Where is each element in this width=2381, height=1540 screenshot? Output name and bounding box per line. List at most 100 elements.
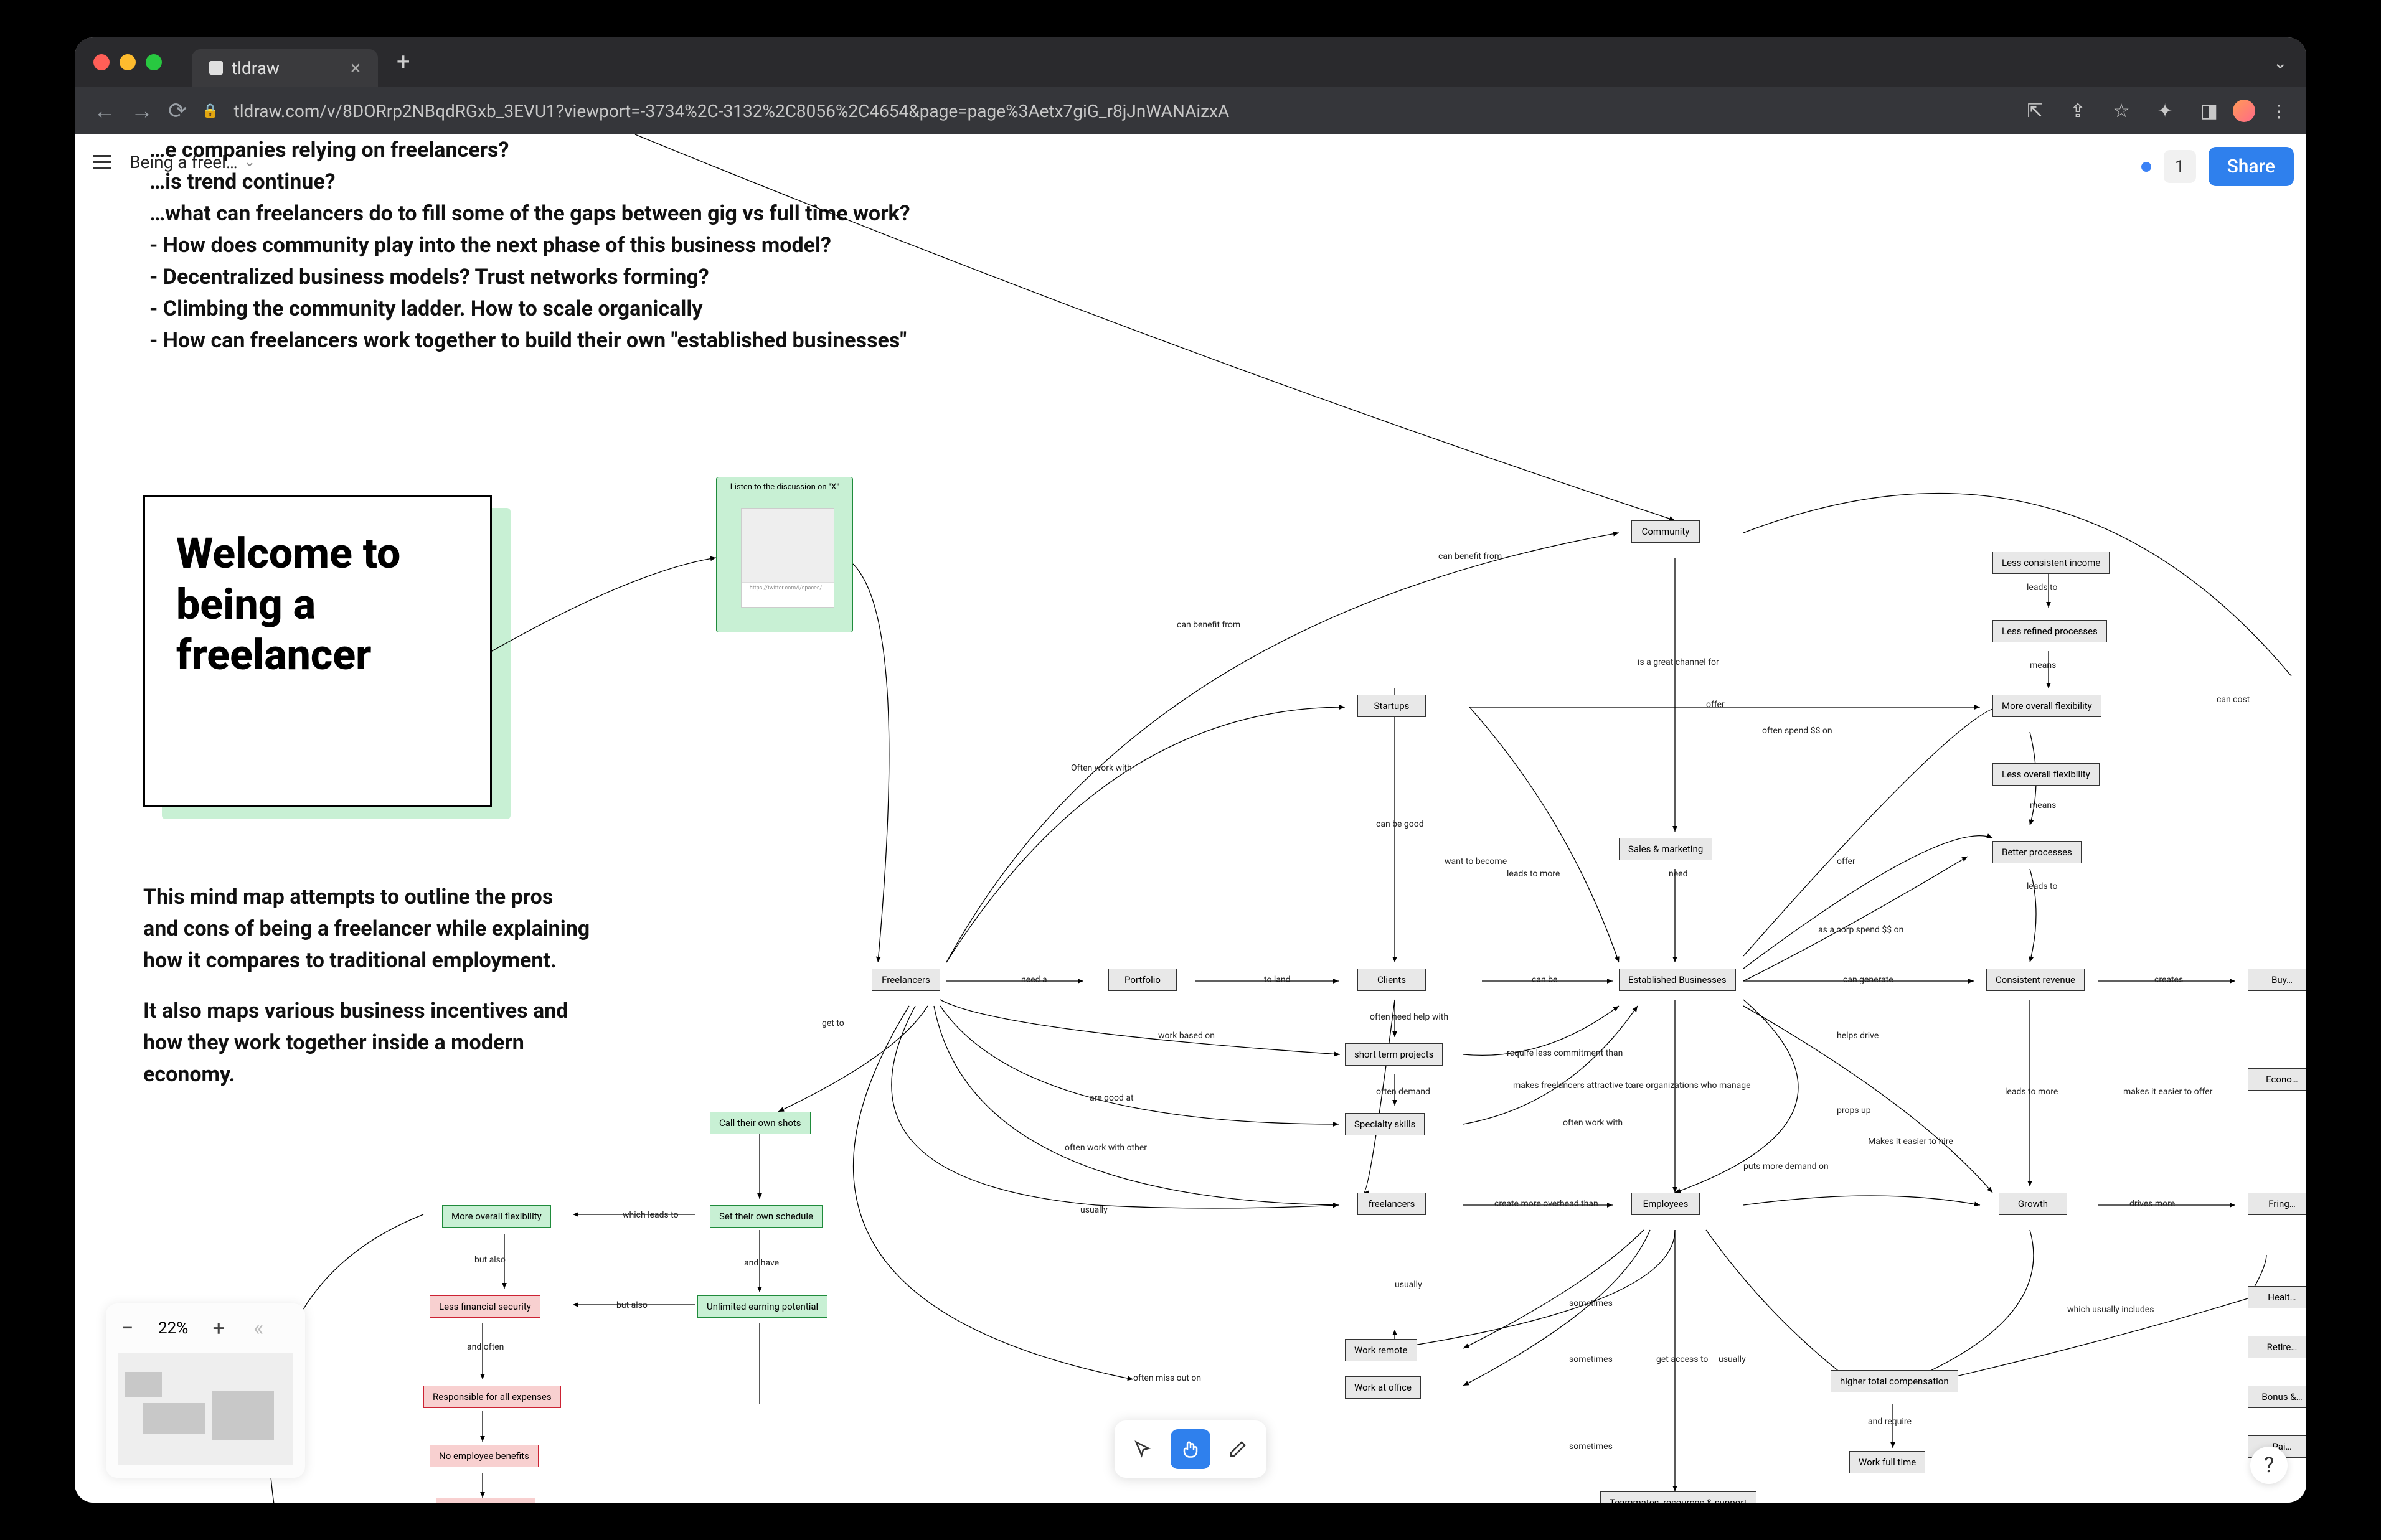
profile-avatar[interactable]: [2233, 100, 2255, 122]
tabs-menu-icon[interactable]: ⌄: [2273, 52, 2288, 73]
maximize-window-icon[interactable]: [146, 54, 162, 70]
node-bonus[interactable]: Bonus &…: [2248, 1386, 2306, 1408]
zoom-out-button[interactable]: −: [118, 1316, 137, 1341]
embed-link: https://twitter.com/i/spaces/…: [742, 582, 834, 607]
node-no-team[interactable]: No team or support: [436, 1498, 535, 1503]
node-less-refined[interactable]: Less refined processes: [1992, 620, 2107, 642]
minimap[interactable]: [118, 1353, 293, 1465]
node-call-shots[interactable]: Call their own shots: [710, 1112, 811, 1134]
node-work-ft[interactable]: Work full time: [1849, 1451, 1925, 1473]
edge-label: creates: [2154, 975, 2183, 985]
close-window-icon[interactable]: [93, 54, 110, 70]
node-work-office[interactable]: Work at office: [1345, 1376, 1421, 1399]
node-health[interactable]: Healt…: [2248, 1286, 2306, 1308]
node-established[interactable]: Established Businesses: [1619, 969, 1736, 991]
collapse-minimap-icon[interactable]: «: [249, 1316, 268, 1341]
lock-icon: 🔒: [202, 103, 219, 119]
edge-label: offer: [1837, 857, 1855, 866]
node-expenses[interactable]: Responsible for all expenses: [423, 1386, 561, 1408]
node-clients[interactable]: Clients: [1357, 969, 1426, 991]
user-count[interactable]: 1: [2164, 150, 2196, 183]
edge-label: sometimes: [1569, 1355, 1613, 1364]
node-teammates[interactable]: Teammates, resources & support: [1600, 1491, 1756, 1503]
extensions-icon[interactable]: ✦: [2157, 100, 2173, 122]
node-startups[interactable]: Startups: [1357, 695, 1426, 717]
hand-tool[interactable]: [1171, 1429, 1210, 1469]
url-text[interactable]: tldraw.com/v/8DORrp2NBqdRGxb_3EVU1?viewp…: [234, 101, 2000, 121]
tldraw-canvas[interactable]: Being a freel… ⌄ 1 Share …e companies re…: [75, 134, 2306, 1503]
back-button[interactable]: ←: [93, 98, 116, 124]
edge-label: often spend $$ on: [1762, 726, 1832, 736]
node-community[interactable]: Community: [1631, 520, 1700, 543]
node-less-income[interactable]: Less consistent income: [1992, 552, 2110, 574]
node-buyers[interactable]: Buy…: [2248, 969, 2306, 991]
help-button[interactable]: ?: [2250, 1447, 2288, 1484]
node-hi-comp[interactable]: higher total compensation: [1831, 1370, 1958, 1392]
node-less-sec[interactable]: Less financial security: [430, 1295, 540, 1318]
node-less-flex[interactable]: Less overall flexibility: [1992, 763, 2100, 786]
edge-label: can cost: [2217, 695, 2250, 705]
node-econ[interactable]: Econo…: [2248, 1068, 2306, 1091]
edge-label: as a corp spend $$ on: [1818, 925, 1903, 935]
node-set-schedule[interactable]: Set their own schedule: [710, 1205, 823, 1228]
traffic-lights: [93, 54, 162, 70]
new-tab-button[interactable]: +: [397, 49, 410, 76]
node-more-flex2[interactable]: More overall flexibility: [442, 1205, 551, 1228]
node-employees[interactable]: Employees: [1631, 1193, 1700, 1215]
zoom-level[interactable]: 22%: [158, 1319, 188, 1338]
node-no-benefits[interactable]: No employee benefits: [430, 1445, 539, 1467]
page-selector[interactable]: Being a freel… ⌄: [130, 152, 255, 172]
edge-label: often need help with: [1370, 1012, 1448, 1022]
node-sales[interactable]: Sales & marketing: [1619, 838, 1712, 860]
zoom-in-button[interactable]: +: [209, 1316, 228, 1341]
twitter-embed[interactable]: https://twitter.com/i/spaces/…: [741, 508, 834, 608]
kebab-menu-icon[interactable]: ⋮: [2270, 101, 2288, 121]
node-retire[interactable]: Retire…: [2248, 1336, 2306, 1358]
node-short-term[interactable]: short term projects: [1345, 1043, 1443, 1066]
node-more-flex1[interactable]: More overall flexibility: [1992, 695, 2101, 717]
draw-tool[interactable]: [1218, 1429, 1258, 1469]
browser-window: tldraw × + ⌄ ← → ⟳ 🔒 tldraw.com/v/8DORrp…: [75, 37, 2306, 1503]
edge-label: which usually includes: [2067, 1305, 2154, 1315]
edge-label: but also: [616, 1300, 648, 1310]
reload-button[interactable]: ⟳: [168, 98, 187, 124]
close-tab-icon[interactable]: ×: [351, 57, 361, 79]
node-specialty[interactable]: Specialty skills: [1345, 1113, 1425, 1135]
edge-label: Often work with: [1071, 763, 1132, 773]
share-button[interactable]: Share: [2209, 147, 2294, 186]
node-freelancers2[interactable]: freelancers: [1357, 1193, 1426, 1215]
node-better-proc[interactable]: Better processes: [1992, 841, 2082, 863]
description-text: This mind map attempts to outline the pr…: [143, 881, 592, 1109]
edge-label: usually: [1395, 1280, 1422, 1290]
edge-label: can generate: [1843, 975, 1893, 985]
open-external-icon[interactable]: ⇱: [2027, 100, 2042, 122]
edge-label: puts more demand on: [1743, 1162, 1829, 1171]
edge-label: can be: [1532, 975, 1557, 985]
edge-label: can benefit from: [1177, 620, 1240, 630]
tab-title: tldraw: [232, 58, 280, 78]
edge-label: leads to: [2027, 583, 2057, 593]
top-left-controls: Being a freel… ⌄: [87, 147, 255, 177]
share-browser-icon[interactable]: ⇪: [2070, 100, 2085, 122]
node-work-remote[interactable]: Work remote: [1345, 1339, 1417, 1361]
node-consistent[interactable]: Consistent revenue: [1986, 969, 2085, 991]
bookmark-icon[interactable]: ☆: [2113, 100, 2130, 122]
node-freelancers[interactable]: Freelancers: [872, 969, 940, 991]
hamburger-menu[interactable]: [87, 147, 117, 177]
browser-tab[interactable]: tldraw ×: [192, 49, 378, 87]
welcome-card[interactable]: Welcome to being a freelancer: [143, 495, 492, 807]
node-portfolio[interactable]: Portfolio: [1108, 969, 1177, 991]
forward-button[interactable]: →: [131, 98, 153, 124]
canvas-toolbar: [1115, 1420, 1266, 1478]
edge-label: to land: [1264, 975, 1291, 985]
node-growth[interactable]: Growth: [1999, 1193, 2067, 1215]
edge-label: leads to more: [2005, 1087, 2058, 1097]
panel-icon[interactable]: ◨: [2200, 100, 2218, 122]
zoom-panel: − 22% + «: [106, 1303, 305, 1478]
node-fringe[interactable]: Fring…: [2248, 1193, 2306, 1215]
node-unlimited[interactable]: Unlimited earning potential: [697, 1295, 827, 1318]
edge-label: create more overhead than: [1494, 1199, 1598, 1209]
edge-label: often demand: [1376, 1087, 1430, 1097]
minimize-window-icon[interactable]: [120, 54, 136, 70]
select-tool[interactable]: [1123, 1429, 1163, 1469]
